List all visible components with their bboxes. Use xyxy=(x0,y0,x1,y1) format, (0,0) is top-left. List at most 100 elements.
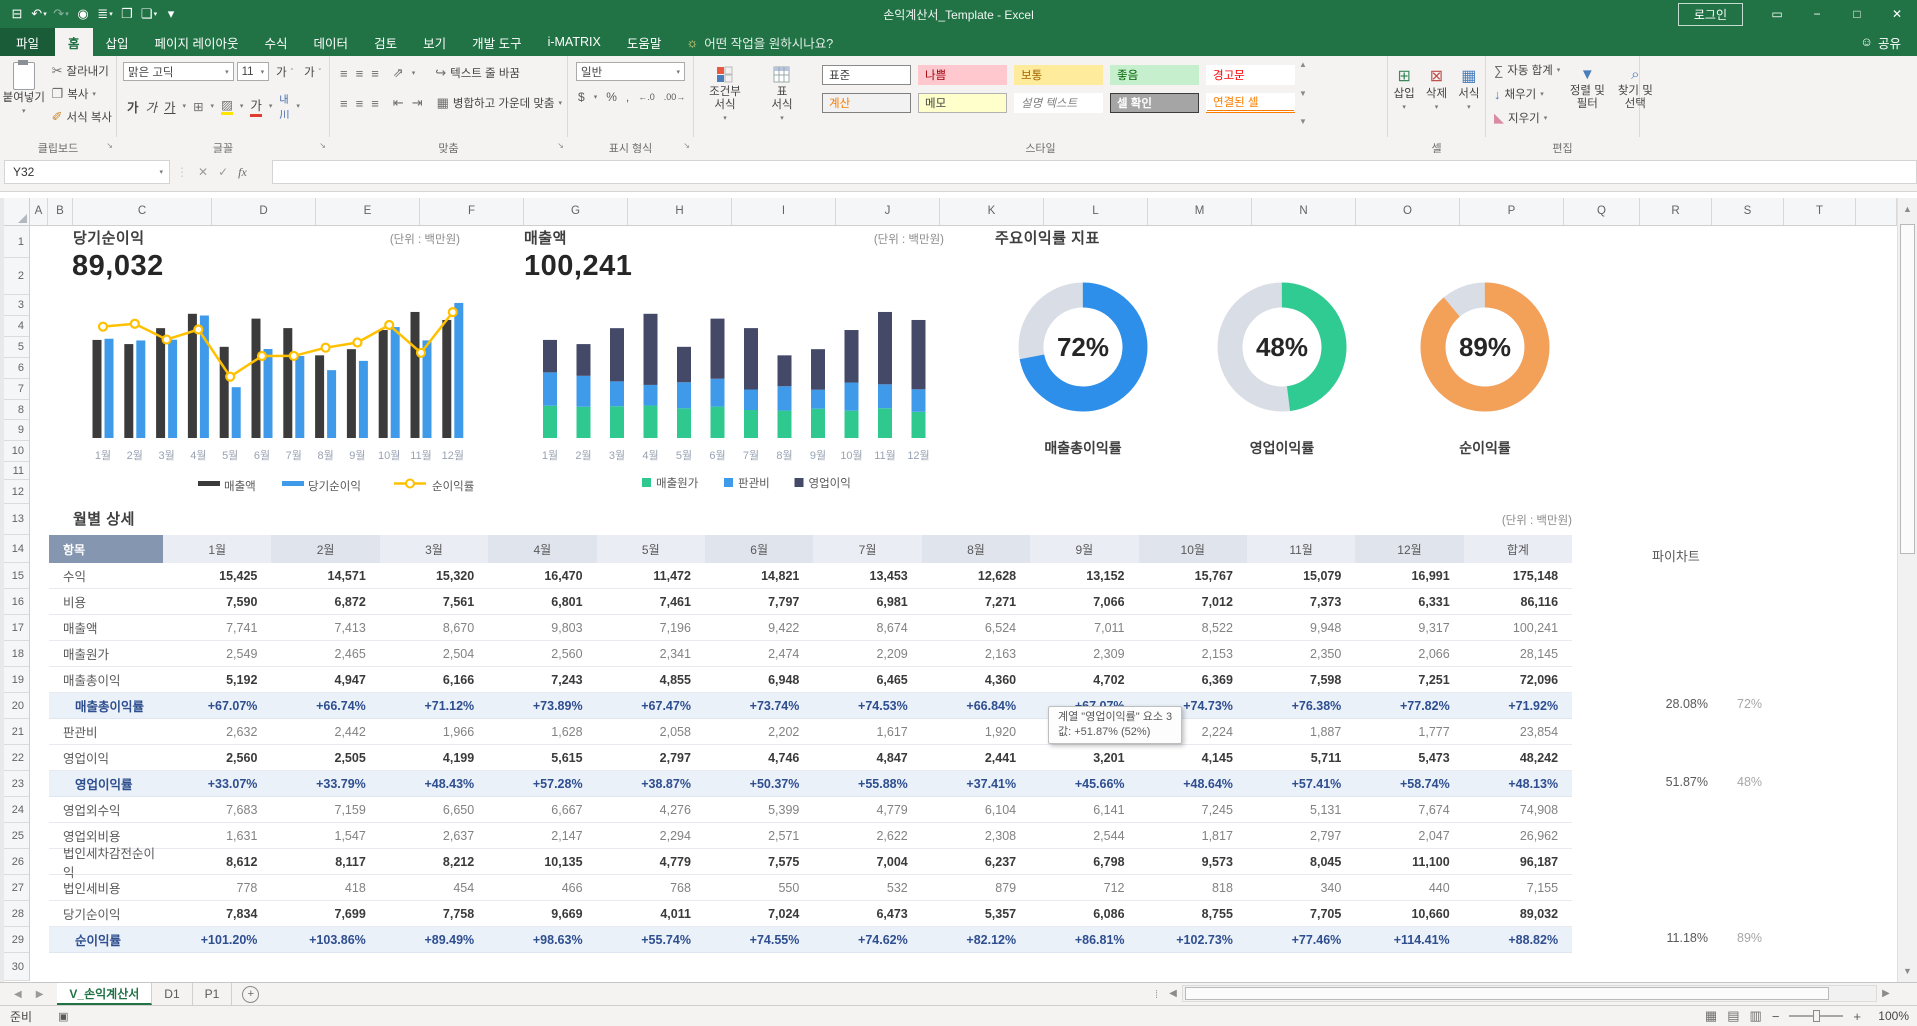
row-header-3[interactable]: 3 xyxy=(4,295,29,316)
cell-total[interactable]: +88.82% xyxy=(1464,927,1572,953)
row-header-14[interactable]: 14 xyxy=(4,535,29,563)
cell-total[interactable]: +71.92% xyxy=(1464,693,1572,719)
font-family-select[interactable]: 맑은 고딕▾ xyxy=(123,62,234,81)
cell[interactable]: +67.47% xyxy=(597,693,705,719)
menu-tab-formulas[interactable]: 수식 xyxy=(252,28,301,56)
switch-window-icon[interactable]: ❏▾ xyxy=(138,2,160,26)
cell[interactable]: 1,920 xyxy=(922,719,1030,745)
cell-total[interactable]: 72,096 xyxy=(1464,667,1572,693)
cell[interactable]: +66.84% xyxy=(922,693,1030,719)
insert-cells-button[interactable]: ⊞삽입▾ xyxy=(1394,60,1415,111)
cell[interactable]: 550 xyxy=(705,875,813,901)
cell[interactable]: 2,465 xyxy=(271,641,379,667)
grow-font-button[interactable]: 가ˆ xyxy=(272,62,297,82)
cell[interactable]: 8,755 xyxy=(1139,901,1247,927)
insert-function-icon[interactable]: fx xyxy=(238,165,247,180)
cell[interactable]: 13,453 xyxy=(813,563,921,589)
row-header-2[interactable]: 2 xyxy=(4,258,29,295)
row-header-26[interactable]: 26 xyxy=(4,849,29,875)
cell[interactable]: 7,271 xyxy=(922,589,1030,615)
net-income-chart[interactable]: 1월2월3월4월5월6월7월8월9월10월11월12월매출액당기순이익순이익률 xyxy=(70,300,520,500)
cell[interactable]: 16,470 xyxy=(488,563,596,589)
row-header-18[interactable]: 18 xyxy=(4,641,29,667)
minimize-icon[interactable]: − xyxy=(1797,0,1837,28)
format-cells-button[interactable]: ▦서식▾ xyxy=(1458,60,1479,111)
row-label[interactable]: 매출원가 xyxy=(49,641,163,667)
format-as-table-button[interactable]: 표 서식▾ xyxy=(756,60,808,126)
column-header-M[interactable]: M xyxy=(1148,198,1252,225)
vertical-scrollbar[interactable]: ▲ ▼ xyxy=(1897,198,1917,982)
cell[interactable]: 9,803 xyxy=(488,615,596,641)
cell[interactable]: 7,674 xyxy=(1355,797,1463,823)
row-header-13[interactable]: 13 xyxy=(4,504,29,535)
page-break-view-icon[interactable]: ▥ xyxy=(1750,1008,1762,1024)
clipboard-dialog-launcher-icon[interactable]: ↘ xyxy=(106,141,113,150)
cell[interactable]: 4,855 xyxy=(597,667,705,693)
cell-style-셀 확인[interactable]: 셀 확인 xyxy=(1110,93,1199,113)
share-button[interactable]: ☺ 공유 xyxy=(1852,28,1909,56)
cell[interactable]: 2,163 xyxy=(922,641,1030,667)
cell-total[interactable]: 96,187 xyxy=(1464,849,1572,875)
cell[interactable]: 4,360 xyxy=(922,667,1030,693)
row-header-17[interactable]: 17 xyxy=(4,615,29,641)
row-label[interactable]: 영업이익 xyxy=(49,745,163,771)
login-button[interactable]: 로그인 xyxy=(1678,3,1743,26)
table-header-6월[interactable]: 6월 xyxy=(705,535,813,563)
sheet-tab-D1[interactable]: D1 xyxy=(152,983,192,1005)
cell[interactable]: 7,741 xyxy=(163,615,271,641)
shrink-font-button[interactable]: 가ˇ xyxy=(300,62,325,82)
cell[interactable]: 2,308 xyxy=(922,823,1030,849)
cell[interactable]: 2,294 xyxy=(597,823,705,849)
format-painter-button[interactable]: ✐서식 복사 xyxy=(48,107,116,127)
cell[interactable]: 6,369 xyxy=(1139,667,1247,693)
cell[interactable]: 2,209 xyxy=(813,641,921,667)
cell[interactable]: +74.62% xyxy=(813,927,921,953)
table-header-12월[interactable]: 12월 xyxy=(1355,535,1463,563)
redo-icon[interactable]: ↷▾ xyxy=(50,2,72,26)
row-header-19[interactable]: 19 xyxy=(4,667,29,693)
scroll-right-icon[interactable]: ▶ xyxy=(1877,988,1895,999)
donut-chart-매출총이익률[interactable]: 72% xyxy=(1008,272,1158,422)
table-header-total[interactable]: 합계 xyxy=(1464,535,1572,563)
cell[interactable]: 7,797 xyxy=(705,589,813,615)
font-dialog-launcher-icon[interactable]: ↘ xyxy=(319,141,326,150)
cell[interactable]: +73.74% xyxy=(705,693,813,719)
cell[interactable]: 3,201 xyxy=(1030,745,1138,771)
cell[interactable]: 15,320 xyxy=(380,563,488,589)
table-header-2월[interactable]: 2월 xyxy=(271,535,379,563)
cell[interactable]: 712 xyxy=(1030,875,1138,901)
row-header-12[interactable]: 12 xyxy=(4,480,29,504)
currency-format-icon[interactable]: $ xyxy=(578,90,585,104)
undo-icon[interactable]: ↶▾ xyxy=(28,2,50,26)
cell[interactable]: 6,524 xyxy=(922,615,1030,641)
row-header-11[interactable]: 11 xyxy=(4,462,29,480)
cell[interactable]: +33.79% xyxy=(271,771,379,797)
cell[interactable]: 1,777 xyxy=(1355,719,1463,745)
borders-button[interactable]: ⊞ xyxy=(193,99,203,114)
cell[interactable]: 14,821 xyxy=(705,563,813,589)
cell[interactable]: 7,413 xyxy=(271,615,379,641)
cell[interactable]: 7,590 xyxy=(163,589,271,615)
column-header-R[interactable]: R xyxy=(1640,198,1712,225)
cell[interactable]: 2,797 xyxy=(597,745,705,771)
cell[interactable]: 11,472 xyxy=(597,563,705,589)
cell-total[interactable]: 7,155 xyxy=(1464,875,1572,901)
cell[interactable]: 6,166 xyxy=(380,667,488,693)
cell[interactable]: 8,612 xyxy=(163,849,271,875)
close-icon[interactable]: ✕ xyxy=(1877,0,1917,28)
confirm-entry-icon[interactable]: ✓ xyxy=(218,165,228,179)
row-label[interactable]: 매출총이익률 xyxy=(49,693,163,719)
column-header-N[interactable]: N xyxy=(1252,198,1356,225)
cell[interactable]: 6,667 xyxy=(488,797,596,823)
cell[interactable]: +37.41% xyxy=(922,771,1030,797)
cell[interactable]: +102.73% xyxy=(1139,927,1247,953)
cell[interactable]: 4,702 xyxy=(1030,667,1138,693)
cell[interactable]: +50.37% xyxy=(705,771,813,797)
normal-view-icon[interactable]: ▦ xyxy=(1705,1008,1717,1024)
row-header-5[interactable]: 5 xyxy=(4,337,29,358)
cell[interactable]: 15,079 xyxy=(1247,563,1355,589)
tab-split-handle[interactable]: ⁞ xyxy=(1155,989,1159,1001)
copy-button[interactable]: ❐복사▾ xyxy=(48,84,116,104)
cell[interactable]: 2,153 xyxy=(1139,641,1247,667)
row-header-10[interactable]: 10 xyxy=(4,441,29,462)
